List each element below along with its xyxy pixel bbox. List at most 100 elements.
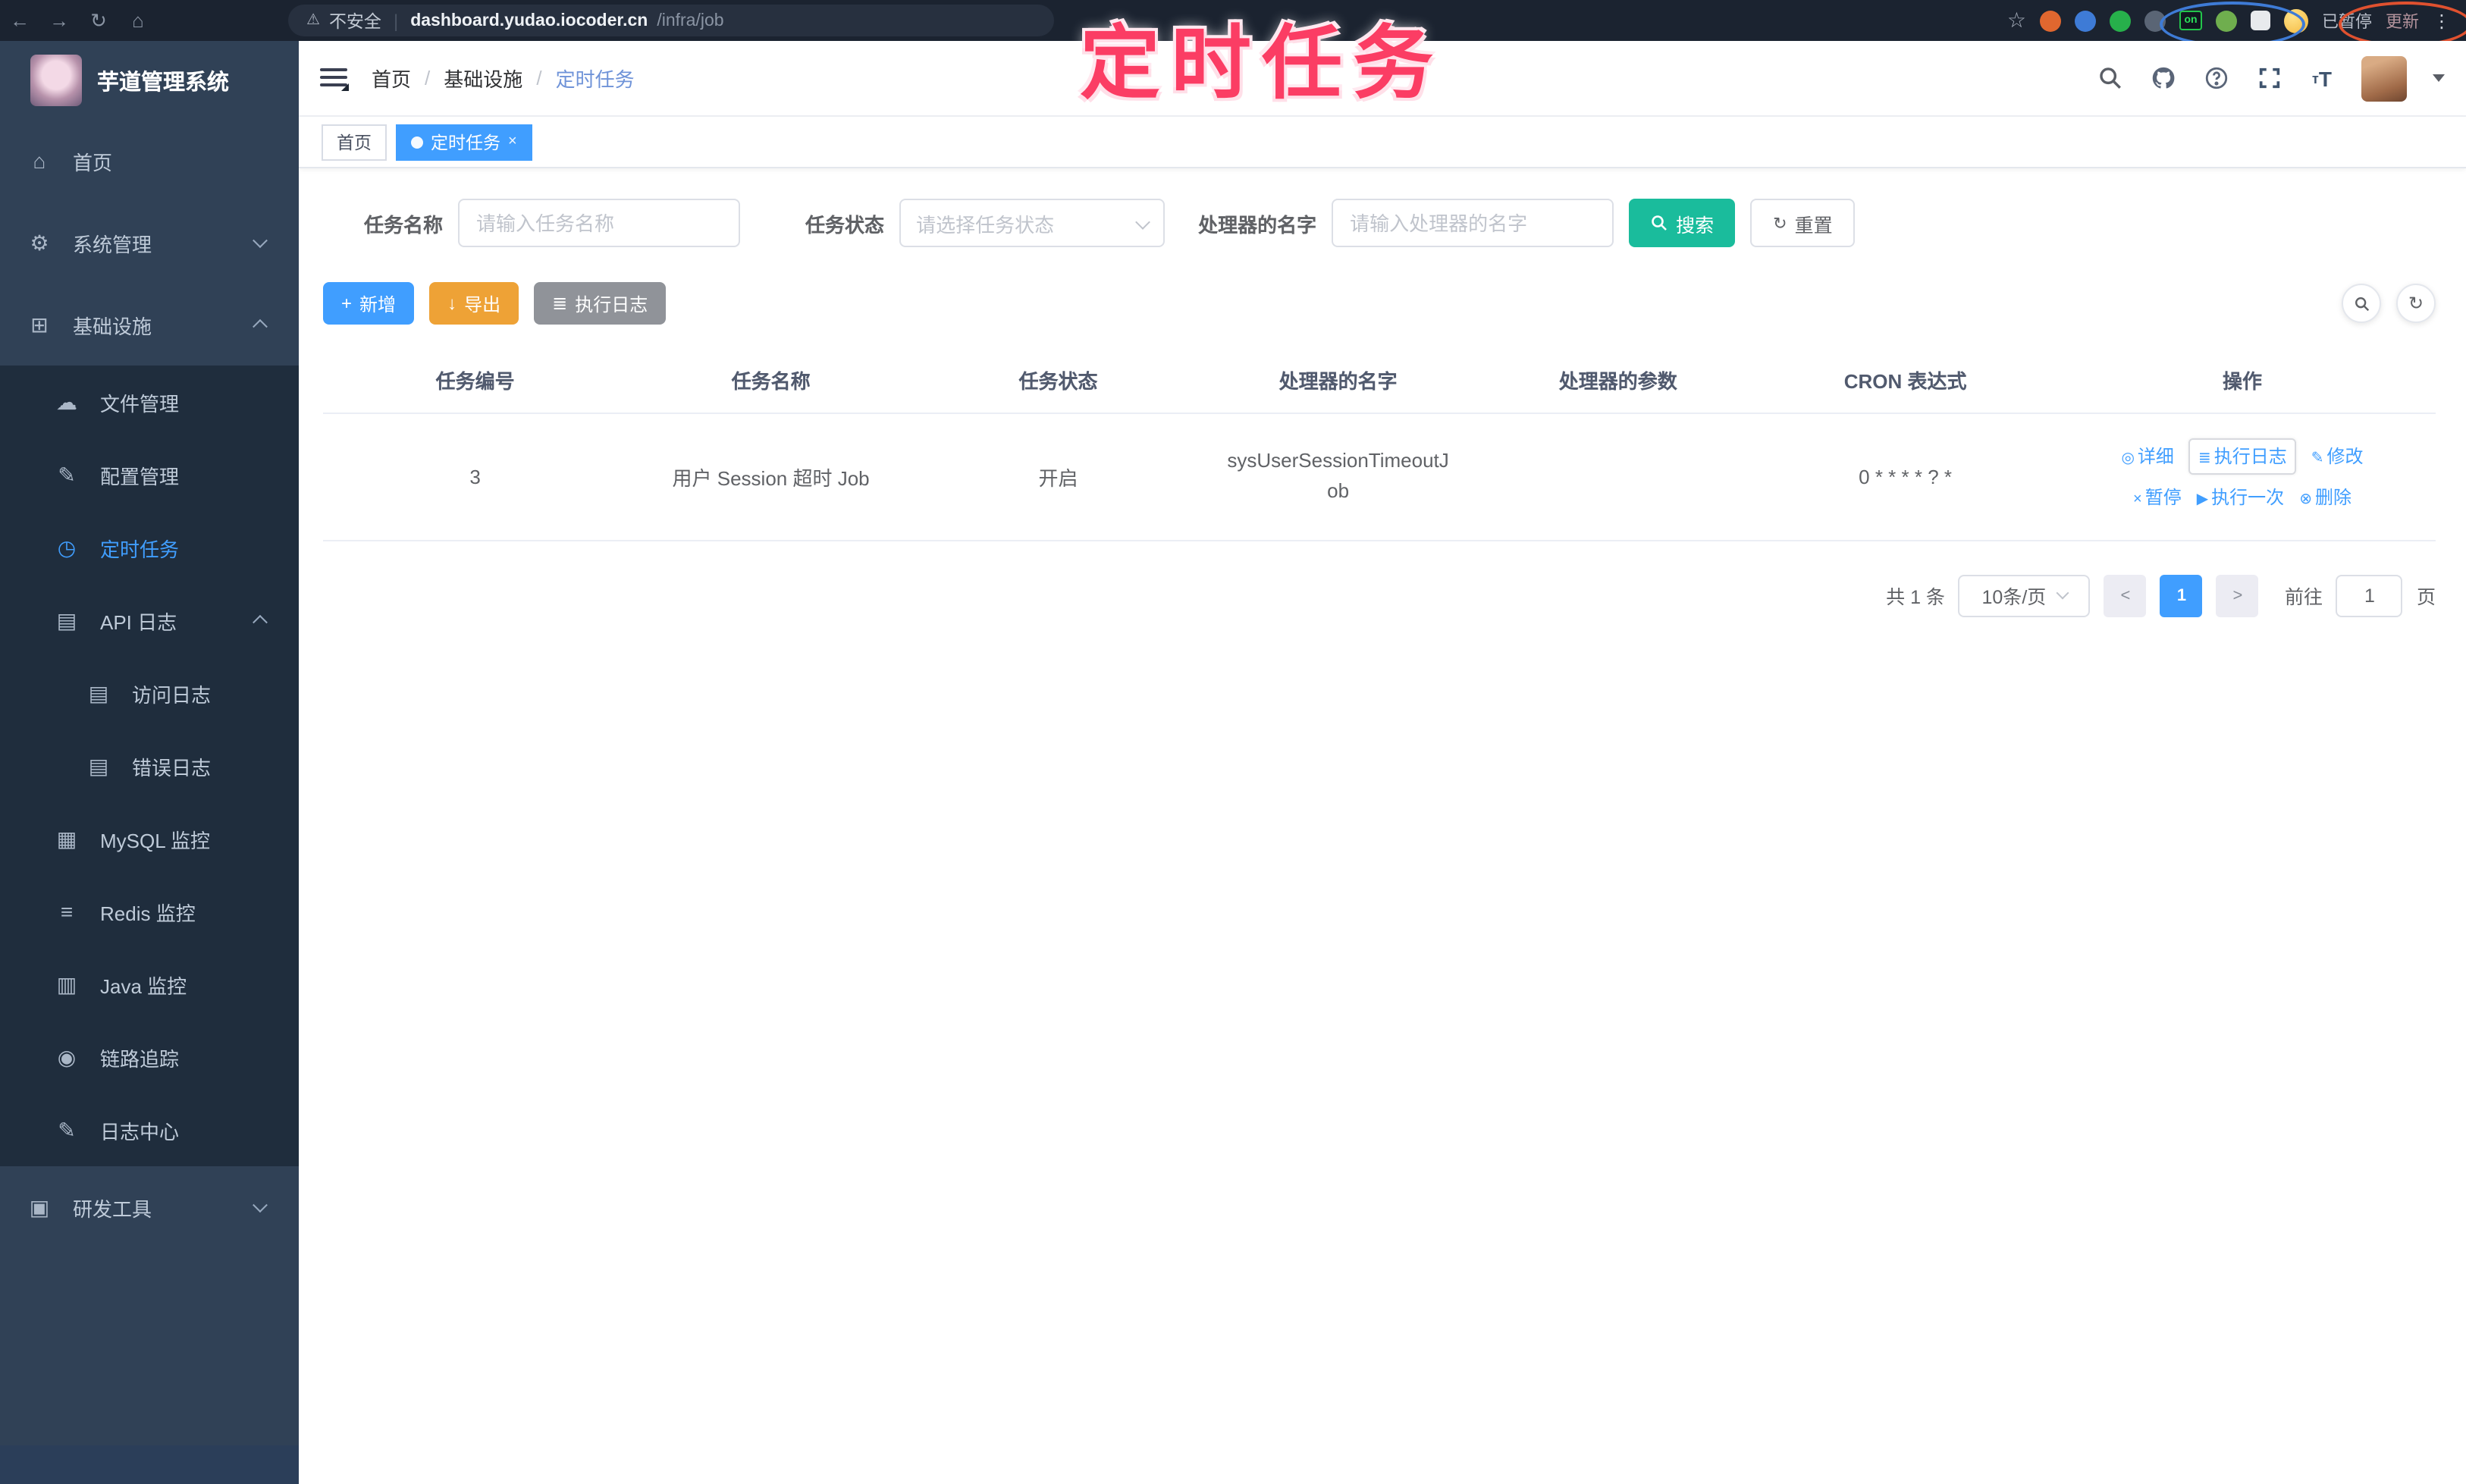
handler-name-input[interactable] xyxy=(1332,199,1614,247)
sidebar-item-home[interactable]: ⌂ 首页 xyxy=(0,120,299,202)
java-icon: ▥ xyxy=(56,971,77,996)
sidebar-item-java-monitor[interactable]: ▥ Java 监控 xyxy=(0,948,299,1021)
jobs-table: 任务编号 任务名称 任务状态 处理器的名字 处理器的参数 CRON 表达式 操作… xyxy=(323,347,2436,541)
eye-icon: ◉ xyxy=(57,1044,77,1068)
cell-handler-name: sysUserSessionTimeoutJob xyxy=(1201,413,1475,541)
job-name-label: 任务名称 xyxy=(364,213,444,236)
github-icon[interactable] xyxy=(2149,64,2176,92)
export-button[interactable]: ↓ 导出 xyxy=(429,282,519,325)
extensions-puzzle-icon[interactable] xyxy=(2251,11,2270,30)
breadcrumb-home[interactable]: 首页 xyxy=(372,64,411,93)
goto-label: 前往 xyxy=(2284,587,2323,609)
toolbox-icon: ▣ xyxy=(29,1194,50,1219)
execution-log-button[interactable]: ≣ 执行日志 xyxy=(534,282,667,325)
page-size-select[interactable]: 10条/页 xyxy=(1958,574,2091,617)
chrome-menu-icon[interactable]: ⋮ xyxy=(2433,10,2451,31)
collapse-menu-icon[interactable] xyxy=(320,67,349,90)
url-host: dashboard.yudao.iocoder.cn xyxy=(410,11,648,30)
sidebar-item-error-log[interactable]: ▤ 错误日志 xyxy=(0,729,299,802)
filter-form: 任务名称 任务状态 请选择任务状态 处理器的名字 搜索 xyxy=(364,199,2436,247)
sidebar-item-trace[interactable]: ◉ 链路追踪 xyxy=(0,1021,299,1093)
not-secure-warning-icon: ⚠ xyxy=(306,12,320,29)
sidebar-item-config-manage[interactable]: ✎ 配置管理 xyxy=(0,438,299,511)
tag-scheduled-jobs[interactable]: 定时任务 × xyxy=(396,124,532,160)
active-tag-dot xyxy=(411,136,423,148)
browser-back-icon[interactable]: ← xyxy=(0,9,39,32)
breadcrumb-current: 定时任务 xyxy=(555,68,635,91)
chevron-down-icon xyxy=(253,233,268,249)
table-header-row: 任务编号 任务名称 任务状态 处理器的名字 处理器的参数 CRON 表达式 操作 xyxy=(323,347,2436,414)
action-delete[interactable]: ⊗ 删除 xyxy=(2299,488,2351,509)
cell-job-id: 3 xyxy=(323,413,628,541)
job-status-select[interactable]: 请选择任务状态 xyxy=(899,199,1166,247)
search-icon[interactable] xyxy=(2096,64,2123,92)
sidebar-item-log-center[interactable]: ✎ 日志中心 xyxy=(0,1093,299,1166)
browser-reload-icon[interactable]: ↻ xyxy=(79,8,118,33)
reset-button[interactable]: ↻ 重置 xyxy=(1750,199,1856,247)
bookmark-star-icon[interactable]: ☆ xyxy=(2007,8,2026,33)
sidebar-item-redis-monitor[interactable]: ≡ Redis 监控 xyxy=(0,875,299,948)
extension-icon[interactable] xyxy=(2075,10,2096,31)
total-count: 共 1 条 xyxy=(1886,587,1945,609)
breadcrumb-infra[interactable]: 基础设施 xyxy=(444,64,522,93)
action-execution-log[interactable]: ≣ 执行日志 xyxy=(2188,438,2296,475)
sidebar-item-file-manage[interactable]: ☁ 文件管理 xyxy=(0,366,299,438)
action-detail[interactable]: ◎ 详细 xyxy=(2121,446,2174,467)
sidebar-item-access-log[interactable]: ▤ 访问日志 xyxy=(0,657,299,729)
sidebar-item-api-log[interactable]: ▤ API 日志 xyxy=(0,584,299,657)
next-page-button[interactable]: > xyxy=(2216,574,2259,617)
table-toolbar: + 新增 ↓ 导出 ≣ 执行日志 ↻ xyxy=(323,282,2436,325)
database-icon: ▦ xyxy=(56,826,77,850)
play-icon: ▶ xyxy=(2196,491,2209,509)
navbar: 首页 / 基础设施 / 定时任务 т T xyxy=(299,41,2466,117)
sidebar-item-scheduled-jobs[interactable]: ◷ 定时任务 xyxy=(0,511,299,584)
page-unit-label: 页 xyxy=(2416,587,2436,609)
log-icon: ▤ xyxy=(88,753,109,777)
extension-icon[interactable] xyxy=(2040,10,2061,31)
job-status-label: 任务状态 xyxy=(805,213,885,236)
extension-icon[interactable] xyxy=(2144,10,2166,31)
user-avatar[interactable] xyxy=(2361,55,2407,101)
col-job-status: 任务状态 xyxy=(915,347,1202,414)
profile-emoji-avatar[interactable] xyxy=(2284,8,2308,33)
cell-actions: ◎ 详细 ≣ 执行日志 ✎ 修改 × 暂停 ▶ 执行一次 ⊗ 删除 xyxy=(2049,413,2436,541)
fullscreen-icon[interactable] xyxy=(2255,64,2282,92)
sidebar-item-dev-tools[interactable]: ▣ 研发工具 xyxy=(0,1166,299,1248)
chrome-update-button[interactable]: 更新 xyxy=(2386,8,2419,33)
browser-forward-icon[interactable]: → xyxy=(39,9,79,32)
refresh-table-button[interactable]: ↻ xyxy=(2396,284,2436,323)
tag-home[interactable]: 首页 xyxy=(322,124,387,160)
add-button[interactable]: + 新增 xyxy=(323,282,415,325)
tag-close-icon[interactable]: × xyxy=(508,133,517,150)
infrastructure-icon: ⊞ xyxy=(30,312,49,336)
app-logo xyxy=(30,55,82,106)
browser-home-icon[interactable]: ⌂ xyxy=(118,9,158,32)
prev-page-button[interactable]: < xyxy=(2104,574,2147,617)
search-button[interactable]: 搜索 xyxy=(1629,199,1736,247)
chevron-up-icon xyxy=(253,614,268,630)
cell-job-name: 用户 Session 超时 Job xyxy=(627,413,915,541)
help-icon[interactable] xyxy=(2202,64,2229,92)
app-logo-row[interactable]: 芋道管理系统 xyxy=(0,41,299,120)
sidebar-item-mysql-monitor[interactable]: ▦ MySQL 监控 xyxy=(0,802,299,875)
edit-icon: ✎ xyxy=(58,462,76,486)
paused-badge: 已暂停 xyxy=(2322,13,2372,31)
sidebar-item-infra[interactable]: ⊞ 基础设施 xyxy=(0,284,299,366)
extension-icon[interactable] xyxy=(2110,10,2131,31)
action-run-once[interactable]: ▶ 执行一次 xyxy=(2197,488,2284,509)
avatar-caret-down-icon[interactable] xyxy=(2433,74,2445,88)
address-bar[interactable]: ⚠ 不安全 | dashboard.yudao.iocoder.cn/infra… xyxy=(288,5,1054,36)
goto-page-input[interactable] xyxy=(2336,574,2403,617)
action-edit[interactable]: ✎ 修改 xyxy=(2311,446,2364,467)
toggle-search-button[interactable] xyxy=(2342,284,2381,323)
url-path: /infra/job xyxy=(657,11,724,30)
chevron-down-icon xyxy=(253,1197,268,1213)
cell-cron: 0 * * * * ? * xyxy=(1762,413,2050,541)
sidebar-item-system[interactable]: ⚙ 系统管理 xyxy=(0,202,299,284)
font-size-icon[interactable]: тT xyxy=(2308,64,2336,92)
job-name-input[interactable] xyxy=(458,199,741,247)
extension-on-badge-icon[interactable]: on xyxy=(2179,11,2202,30)
extension-icon[interactable] xyxy=(2216,10,2237,31)
current-page-button[interactable]: 1 xyxy=(2160,574,2203,617)
action-pause[interactable]: × 暂停 xyxy=(2133,488,2182,509)
